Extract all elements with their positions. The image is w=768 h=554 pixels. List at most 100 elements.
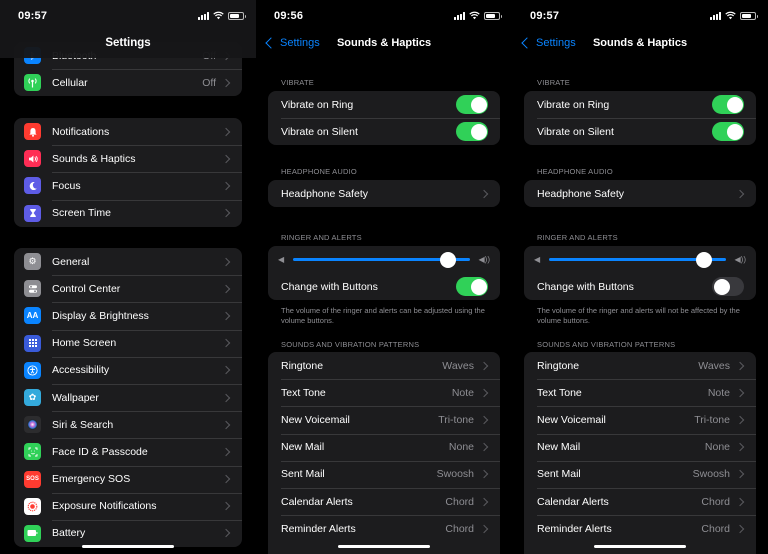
row-label: Control Center [52,282,121,295]
settings-screen: 09:57 Settings ᛒ Bluetooth Off Cellular … [0,0,256,554]
row-label: Focus [52,179,81,192]
ringer-footer: The volume of the ringer and alerts can … [281,306,485,325]
headphone-safety-row[interactable]: Headphone Safety [524,180,756,207]
status-time: 09:56 [274,10,304,22]
settings-row-notifications[interactable]: Notifications [14,118,242,145]
patterns-group: Ringtone Waves Text Tone Note New Voicemai… [524,352,756,554]
page-title: Sounds & Haptics [336,37,432,49]
speaker-high-icon: ◀)) [734,255,746,265]
chevron-right-icon [221,529,231,538]
row-label: Screen Time [52,207,111,220]
siri-icon [24,416,41,434]
settings-row-display-brightness[interactable]: AA Display & Brightness [14,302,242,329]
settings-row-screen-time[interactable]: Screen Time [14,199,242,227]
settings-row-emergency-sos[interactable]: SOS Emergency SOS [14,465,242,493]
slider-knob[interactable] [440,251,457,268]
section-header-vibrate: VIBRATE [537,78,570,87]
settings-row-battery[interactable]: Battery [14,519,242,547]
pattern-row-ringtone[interactable]: Ringtone Waves [524,352,756,379]
settings-row-wallpaper[interactable]: ✿ Wallpaper [14,383,242,411]
pattern-row-new-mail[interactable]: New Mail None [268,433,500,461]
row-label: Change with Buttons [537,280,634,293]
change-with-buttons-toggle[interactable] [456,277,488,297]
bell-icon [24,123,41,141]
row-label: Sounds & Haptics [52,152,136,165]
settings-row-cellular[interactable]: Cellular Off [14,69,242,96]
pattern-row-reminder-alerts[interactable]: Reminder Alerts Chord [524,515,756,542]
ringer-footer: The volume of the ringer and alerts will… [537,306,740,325]
chevron-right-icon [221,257,231,266]
vibrate-on-ring-toggle[interactable] [712,95,744,115]
vibrate-on-silent-toggle[interactable] [712,122,744,142]
row-label: Headphone Safety [537,187,624,200]
change-with-buttons-row: Change with Buttons [268,273,500,300]
headphone-group: Headphone Safety [268,180,500,208]
row-value: Swoosh [692,468,730,481]
pattern-row-ringtone[interactable]: Ringtone Waves [268,352,500,379]
chevron-right-icon [735,361,745,370]
chevron-right-icon [479,415,489,425]
pattern-row-sent-mail[interactable]: Sent Mail Swoosh [524,460,756,488]
chevron-right-icon [221,311,231,321]
slider-knob[interactable] [696,251,713,268]
ringer-volume-slider[interactable] [293,251,470,268]
status-bar: 09:57 [0,0,256,30]
section-header-ringer: RINGER AND ALERTS [281,233,362,242]
pattern-row-new-voicemail[interactable]: New Voicemail Tri-tone [268,406,500,433]
settings-row-siri-search[interactable]: Siri & Search [14,411,242,438]
row-label: General [52,255,90,268]
status-time: 09:57 [18,10,48,22]
settings-row-home-screen[interactable]: Home Screen [14,329,242,357]
battery-status-icon [740,11,758,20]
row-label: Siri & Search [52,418,114,431]
ringer-volume-row: ◀ ◀)) [268,246,500,273]
row-label: Vibrate on Silent [537,125,614,138]
row-label: Exposure Notifications [52,500,157,513]
nav-bar: Settings Sounds & Haptics [512,28,768,58]
accessibility-icon [24,361,41,379]
wifi-icon [469,11,480,20]
home-indicator[interactable] [594,544,686,548]
settings-row-exposure-notifications[interactable]: Exposure Notifications [14,492,242,520]
sounds-haptics-screen: 09:57 Settings Sounds & Haptics VIBRATE … [512,0,768,554]
home-indicator[interactable] [338,544,430,548]
vibrate-on-ring-toggle[interactable] [456,95,488,115]
pattern-row-sent-mail[interactable]: Sent Mail Swoosh [268,460,500,488]
pattern-row-text-tone[interactable]: Text Tone Note [268,379,500,406]
pattern-row-reminder-alerts[interactable]: Reminder Alerts Chord [268,515,500,542]
chevron-right-icon [479,361,489,370]
general-group: ⚙ General Control Center AA Display & Br… [14,248,242,548]
ringer-volume-slider[interactable] [549,251,726,268]
vibrate-on-silent-toggle[interactable] [456,122,488,142]
cellular-signal-icon [454,11,465,20]
headphone-safety-row[interactable]: Headphone Safety [268,180,500,207]
row-label: Calendar Alerts [281,495,353,508]
settings-row-control-center[interactable]: Control Center [14,275,242,302]
row-label: Cellular [52,76,88,89]
settings-row-face-id[interactable]: Face ID & Passcode [14,438,242,465]
settings-row-general[interactable]: ⚙ General [14,248,242,275]
pattern-row-new-mail[interactable]: New Mail None [524,433,756,461]
settings-row-focus[interactable]: Focus [14,172,242,199]
chevron-right-icon [221,154,231,164]
pattern-row-calendar-alerts[interactable]: Calendar Alerts Chord [524,487,756,515]
row-value: None [448,441,474,454]
pattern-row-new-voicemail[interactable]: New Voicemail Tri-tone [524,406,756,433]
settings-header: 09:57 Settings [0,0,256,58]
chevron-right-icon [221,284,231,294]
patterns-group: Ringtone Waves Text Tone Note New Voicemai… [268,352,500,554]
vibrate-on-silent-row: Vibrate on Silent [268,118,500,145]
settings-row-sounds-haptics[interactable]: Sounds & Haptics [14,145,242,172]
row-label: Change with Buttons [281,280,378,293]
chevron-right-icon [221,208,231,218]
settings-row-accessibility[interactable]: Accessibility [14,356,242,384]
nav-bar: Settings Sounds & Haptics [256,28,512,58]
change-with-buttons-toggle[interactable] [712,277,744,297]
pattern-row-calendar-alerts[interactable]: Calendar Alerts Chord [268,487,500,515]
chevron-right-icon [735,470,745,479]
home-indicator[interactable] [82,544,174,548]
status-time: 09:57 [530,10,560,22]
pattern-row-text-tone[interactable]: Text Tone Note [524,379,756,406]
vibrate-on-ring-row: Vibrate on Ring [524,91,756,118]
change-with-buttons-row: Change with Buttons [524,273,756,300]
